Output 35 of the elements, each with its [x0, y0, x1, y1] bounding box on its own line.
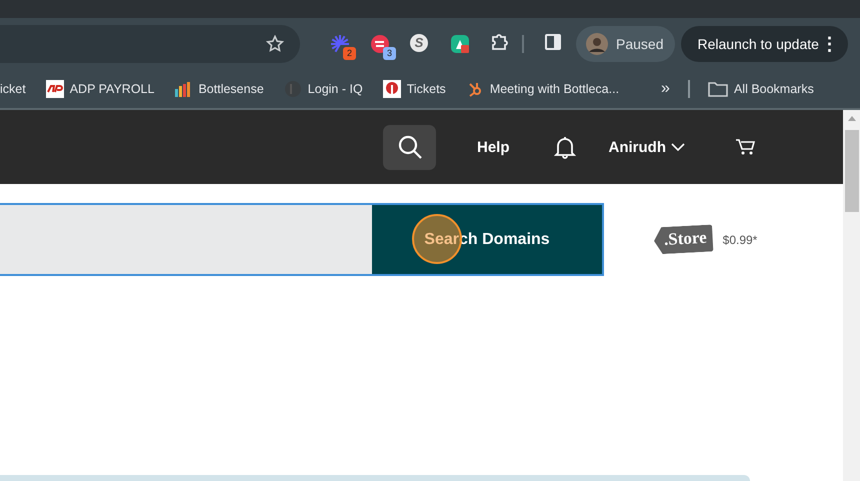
- extension-icon[interactable]: [450, 34, 470, 54]
- avatar-icon: [586, 33, 608, 55]
- domain-price: $0.99*: [722, 232, 758, 246]
- cart-icon[interactable]: [735, 138, 756, 156]
- profile-button[interactable]: Paused: [576, 26, 676, 62]
- extension-badge: 3: [383, 47, 396, 60]
- all-bookmarks-button[interactable]: All Bookmarks: [708, 80, 814, 98]
- puzzle-icon[interactable]: [490, 32, 510, 52]
- search-button[interactable]: [383, 124, 436, 170]
- help-link[interactable]: Help: [477, 138, 510, 156]
- more-bookmarks-button[interactable]: »: [661, 80, 670, 98]
- chevron-down-icon: [671, 142, 686, 152]
- bell-icon[interactable]: [554, 135, 576, 159]
- store-logo: .Store: [653, 224, 714, 255]
- extension-badge: 2: [343, 47, 356, 60]
- bookmark[interactable]: Meeting with Bottleca...: [466, 80, 620, 98]
- adp-logo-icon: [46, 80, 64, 98]
- ticket-logo-icon: [382, 80, 401, 98]
- bookmark[interactable]: Login - IQ: [284, 80, 363, 98]
- bookmark[interactable]: ADP PAYROLL: [46, 80, 154, 98]
- side-panel-icon[interactable]: [544, 32, 562, 50]
- extension-icon[interactable]: S: [410, 34, 428, 52]
- star-icon[interactable]: [266, 35, 284, 53]
- search-icon: [396, 134, 422, 160]
- relaunch-button[interactable]: Relaunch to update⋮: [681, 26, 848, 62]
- bar-chart-icon: [174, 80, 192, 98]
- iq-logo-icon: [284, 80, 302, 98]
- burst-icon[interactable]: [330, 34, 350, 54]
- scrollbar[interactable]: [843, 110, 860, 481]
- bookmark[interactable]: Tickets: [382, 80, 446, 98]
- menu-icon[interactable]: ⋮: [820, 33, 838, 55]
- bookmark[interactable]: Bottlesense: [174, 80, 264, 98]
- account-menu[interactable]: Anirudh: [608, 138, 686, 156]
- bookmark[interactable]: icket: [0, 82, 26, 96]
- folder-icon: [708, 80, 728, 98]
